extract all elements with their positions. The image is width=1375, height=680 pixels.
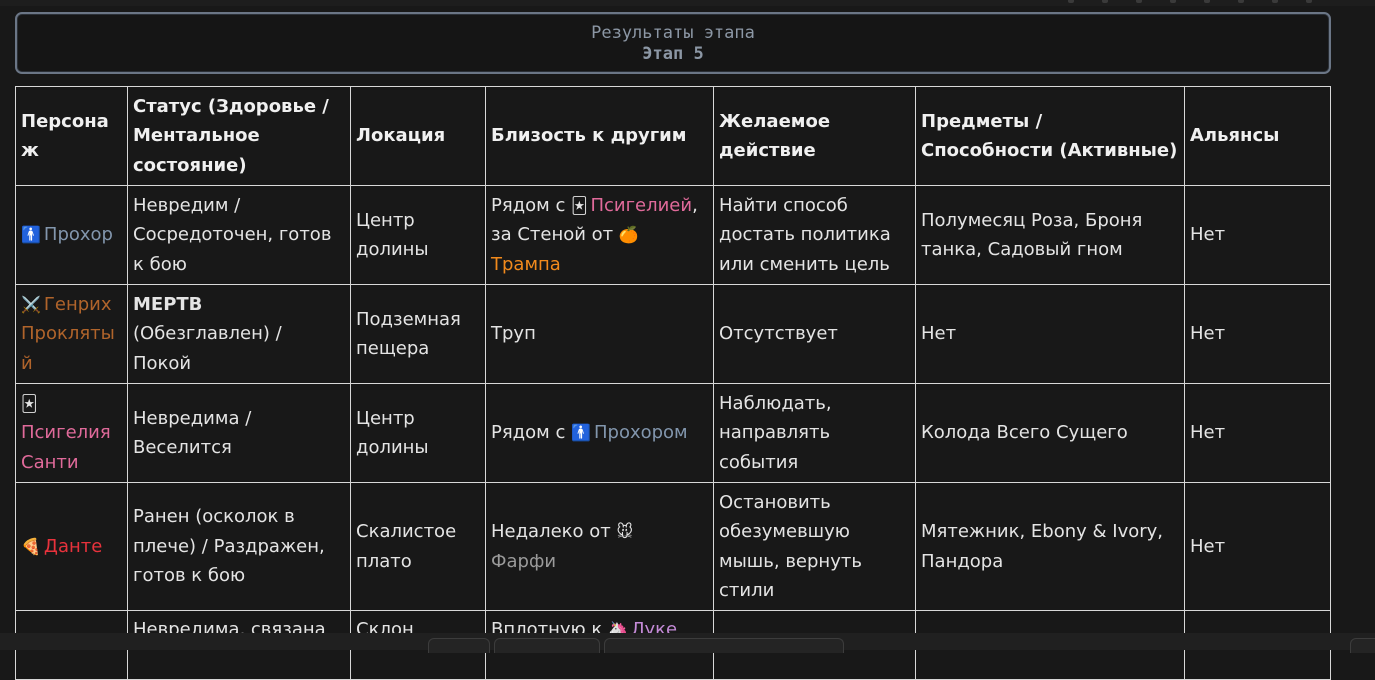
status-dead: МЕРТВ <box>133 293 203 315</box>
table-row: 🃏 Псигелия Санти Невредима / Веселится Це… <box>15 383 1331 483</box>
cell-alliances: Нет <box>1184 284 1331 384</box>
cell-location: Центр долины <box>350 383 486 483</box>
cell-desired-action: Отсутствует <box>713 284 916 384</box>
toolbar-icon[interactable] <box>1306 0 1312 3</box>
character-name: Данте <box>43 535 103 557</box>
cell-character: ⚔️ Генрих Проклятый <box>15 284 128 384</box>
cell-proximity: Недалеко от 🐭 Фарфи <box>485 482 714 611</box>
cell-desired-action: Остановить обезумевшую мышь, вернуть сти… <box>713 482 916 611</box>
toolbar-icon[interactable] <box>1204 0 1210 3</box>
cell-location: Центр долины <box>350 185 486 285</box>
proximity-text: Рядом с <box>491 422 572 444</box>
cell-proximity: Рядом с 🃏 Псигелией, за Стеной от 🍊Трампа <box>485 185 714 285</box>
status-detail: (Обезглавлен) / Покой <box>133 323 282 374</box>
col-header-proximity: Близость к другим <box>485 86 714 186</box>
cell-character: 🚹 Прохор <box>15 185 128 285</box>
proximity-text: Рядом с <box>491 194 572 216</box>
cell-location: Скалистое плато <box>350 482 486 611</box>
cell-location: Подземная пещера <box>350 284 486 384</box>
proximity-character-name: Прохором <box>593 422 688 444</box>
character-name: Псигелия Санти <box>21 422 111 473</box>
cell-status: МЕРТВ (Обезглавлен) / Покой <box>127 284 351 384</box>
cell-items: Нет <box>915 284 1185 384</box>
cell-alliances: Нет <box>1184 482 1331 611</box>
cell-status: Ранен (осколок в плече) / Раздражен, гот… <box>127 482 351 611</box>
cell-proximity: Труп <box>485 284 714 384</box>
cell-proximity: Рядом с 🚹 Прохором <box>485 383 714 483</box>
proximity-character-name: Фарфи <box>491 550 557 572</box>
crossed-swords-icon: ⚔️ <box>21 294 41 314</box>
col-header-items: Предметы / Способности (Активные) <box>915 86 1185 186</box>
character-name: Прохор <box>43 224 113 246</box>
table-row: 🚹 Прохор Невредим / Сосредоточен, готов к… <box>15 185 1331 285</box>
toolbar-icon[interactable] <box>1102 0 1108 3</box>
cell-character: 🍕 Данте <box>15 482 128 611</box>
bottom-toolbar <box>0 633 1375 653</box>
proximity-text: Недалеко от <box>491 521 617 542</box>
toolbar-icon[interactable] <box>1170 0 1176 3</box>
tangerine-icon: 🍊 <box>618 225 639 245</box>
cell-items: Полумесяц Роза, Броня танка, Садовый гно… <box>915 185 1185 285</box>
table-row: 🍕 Данте Ранен (осколок в плече) / Раздраж… <box>15 482 1331 611</box>
mouse-face-icon: 🐭 <box>616 522 634 541</box>
cell-status: Невредим / Сосредоточен, готов к бою <box>127 185 351 285</box>
proximity-character-name: Псигелией <box>590 194 693 216</box>
cell-status: Невредима / Веселится <box>127 383 351 483</box>
header-stage: Этап 5 <box>642 44 704 64</box>
cell-items: Колода Всего Сущего <box>915 383 1185 483</box>
col-header-status: Статус (Здоровье / Ментальное состояние) <box>127 86 351 186</box>
col-header-character: Персонаж <box>15 86 128 186</box>
joker-card-icon: 🃏 <box>571 195 588 215</box>
toolbar-button[interactable] <box>1350 638 1375 653</box>
toolbar-icon[interactable] <box>1136 0 1142 3</box>
toolbar-icon[interactable] <box>1272 0 1278 3</box>
cell-desired-action: Найти способ достать политика или сменит… <box>713 185 916 285</box>
table-row: ⚔️ Генрих Проклятый МЕРТВ (Обезглавлен) /… <box>15 284 1331 384</box>
col-header-location: Локация <box>350 86 486 186</box>
mens-room-icon: 🚹 <box>21 225 41 245</box>
cell-items: Мятежник, Ebony & Ivory, Пандора <box>915 482 1185 611</box>
toolbar-button[interactable] <box>428 638 490 653</box>
mens-room-icon: 🚹 <box>571 423 591 443</box>
toolbar-button[interactable] <box>604 638 844 653</box>
cell-alliances: Нет <box>1184 383 1331 483</box>
table-header-row: Персонаж Статус (Здоровье / Ментальное с… <box>15 86 1331 186</box>
proximity-character-name: Трампа <box>491 253 561 275</box>
cell-character: 🃏 Псигелия Санти <box>15 383 128 483</box>
col-header-desired-action: Желаемое действие <box>713 86 916 186</box>
pizza-icon: 🍕 <box>21 536 41 556</box>
col-header-alliances: Альянсы <box>1184 86 1331 186</box>
stage-results-header: Результаты этапа Этап 5 <box>15 12 1331 74</box>
toolbar-icon[interactable] <box>1238 0 1244 3</box>
stage-results-table: Персонаж Статус (Здоровье / Ментальное с… <box>15 86 1331 680</box>
window-top-strip <box>0 0 1375 6</box>
toolbar-icon[interactable] <box>1068 0 1074 3</box>
header-title: Результаты этапа <box>591 23 755 43</box>
joker-card-icon: 🃏 <box>21 393 38 413</box>
cell-alliances: Нет <box>1184 185 1331 285</box>
toolbar-button[interactable] <box>494 638 600 653</box>
cell-desired-action: Наблюдать, направлять события <box>713 383 916 483</box>
